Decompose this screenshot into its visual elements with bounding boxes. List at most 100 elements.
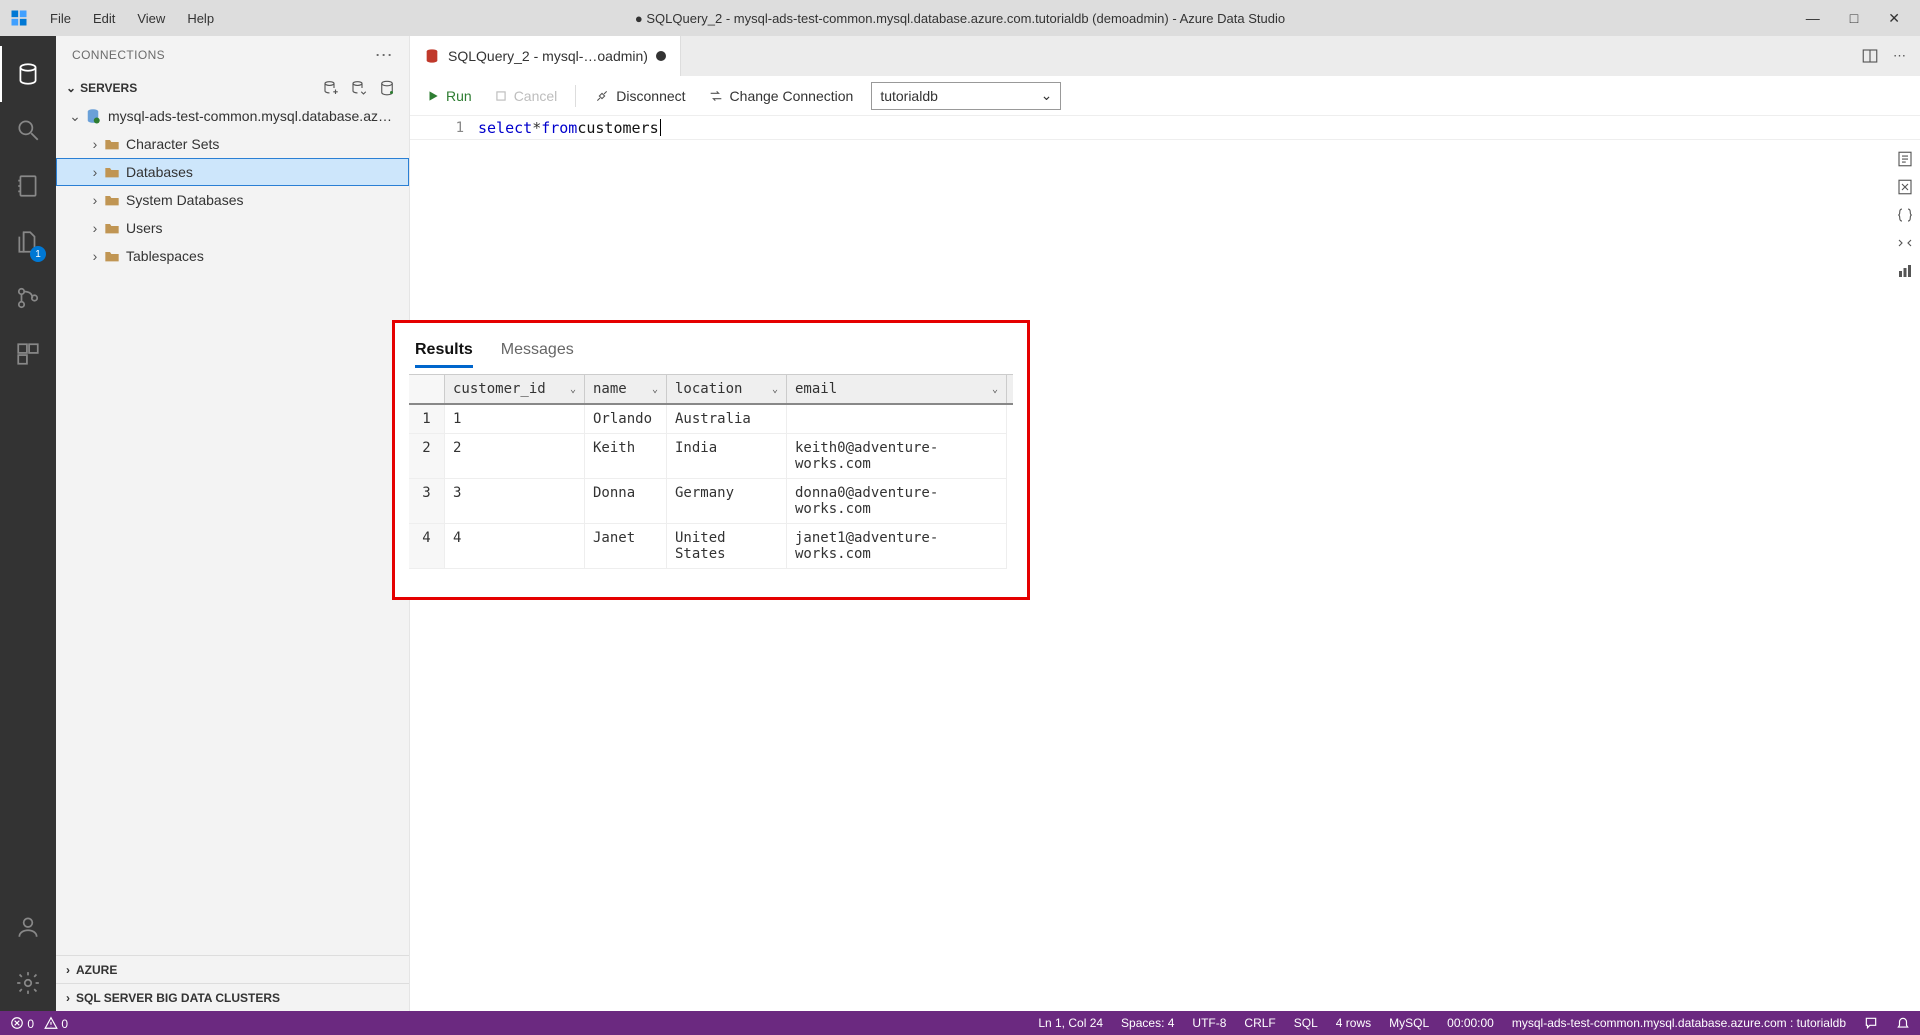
menu-view[interactable]: View xyxy=(127,7,175,30)
new-connection-icon[interactable] xyxy=(321,78,341,98)
notifications-icon[interactable] xyxy=(1896,1016,1910,1030)
change-connection-button[interactable]: Change Connection xyxy=(704,86,858,106)
export-json-icon[interactable] xyxy=(1896,206,1914,224)
sidebar-more-icon[interactable]: ⋯ xyxy=(375,45,393,66)
app-icon xyxy=(8,7,30,29)
activity-extensions[interactable] xyxy=(0,326,56,382)
cell: 3 xyxy=(445,479,585,524)
status-spaces[interactable]: Spaces: 4 xyxy=(1121,1016,1174,1030)
close-button[interactable]: ✕ xyxy=(1888,10,1900,27)
tree-node-system-databases[interactable]: › System Databases xyxy=(56,186,409,214)
col-location[interactable]: location⌄ xyxy=(667,375,787,403)
cell: keith0@adventure-works.com xyxy=(787,434,1007,479)
split-editor-icon[interactable] xyxy=(1861,47,1879,65)
chevron-right-icon: › xyxy=(66,991,70,1005)
keyword: from xyxy=(541,119,577,137)
col-email[interactable]: email⌄ xyxy=(787,375,1007,403)
text-cursor xyxy=(660,119,661,136)
row-number: 2 xyxy=(409,434,445,479)
col-name[interactable]: name⌄ xyxy=(585,375,667,403)
keyword: select xyxy=(478,119,532,137)
section-azure[interactable]: › AZURE xyxy=(56,955,409,983)
activity-explorer[interactable]: 1 xyxy=(0,214,56,270)
chart-icon[interactable] xyxy=(1896,262,1914,280)
export-xml-icon[interactable] xyxy=(1896,234,1914,252)
status-engine[interactable]: MySQL xyxy=(1389,1016,1429,1030)
tab-messages[interactable]: Messages xyxy=(501,341,574,368)
status-warnings[interactable]: 0 xyxy=(44,1016,68,1031)
run-button[interactable]: Run xyxy=(422,86,476,106)
minimize-button[interactable]: ― xyxy=(1806,10,1820,27)
tab-more-icon[interactable]: ⋯ xyxy=(1893,48,1906,64)
cancel-button[interactable]: Cancel xyxy=(490,86,562,106)
status-position[interactable]: Ln 1, Col 24 xyxy=(1038,1016,1103,1030)
servers-section[interactable]: ⌄ SERVERS xyxy=(66,81,137,95)
chevron-right-icon: › xyxy=(86,136,104,152)
activity-source-control[interactable] xyxy=(0,270,56,326)
status-time[interactable]: 00:00:00 xyxy=(1447,1016,1494,1030)
activity-settings[interactable] xyxy=(0,955,56,1011)
menu-file[interactable]: File xyxy=(40,7,81,30)
row-number: 4 xyxy=(409,524,445,569)
activity-search[interactable] xyxy=(0,102,56,158)
status-connection[interactable]: mysql-ads-test-common.mysql.database.azu… xyxy=(1512,1016,1846,1030)
tree-label: Character Sets xyxy=(126,136,219,152)
cell: India xyxy=(667,434,787,479)
chevron-down-icon: ⌄ xyxy=(1041,87,1053,104)
activity-connections[interactable] xyxy=(0,46,56,102)
status-eol[interactable]: CRLF xyxy=(1244,1016,1275,1030)
connection-label: mysql-ads-test-common.mysql.database.az… xyxy=(108,108,392,124)
tree-node-tablespaces[interactable]: › Tablespaces xyxy=(56,242,409,270)
menu-bar: File Edit View Help xyxy=(40,7,224,30)
maximize-button[interactable]: □ xyxy=(1850,10,1858,27)
query-toolbar: Run Cancel Disconnect Change Connection … xyxy=(410,76,1920,116)
section-bdc[interactable]: › SQL SERVER BIG DATA CLUSTERS xyxy=(56,983,409,1011)
chevron-down-icon: ⌄ xyxy=(570,384,576,395)
results-grid[interactable]: customer_id⌄ name⌄ location⌄ email⌄ 1 1 … xyxy=(409,374,1013,569)
cell: Janet xyxy=(585,524,667,569)
tab-sqlquery2[interactable]: SQLQuery_2 - mysql-…oadmin) xyxy=(410,36,681,76)
database-select-value: tutorialdb xyxy=(880,88,938,104)
chevron-down-icon: ⌄ xyxy=(992,384,998,395)
tree-label: System Databases xyxy=(126,192,244,208)
table-row[interactable]: 3 3 Donna Germany donna0@adventure-works… xyxy=(409,479,1013,524)
export-excel-icon[interactable] xyxy=(1896,178,1914,196)
menu-edit[interactable]: Edit xyxy=(83,7,125,30)
status-rows[interactable]: 4 rows xyxy=(1336,1016,1371,1030)
chevron-down-icon: ⌄ xyxy=(772,384,778,395)
tab-results[interactable]: Results xyxy=(415,341,473,368)
cell: donna0@adventure-works.com xyxy=(787,479,1007,524)
dirty-indicator-icon xyxy=(656,51,666,61)
cell: 4 xyxy=(445,524,585,569)
menu-help[interactable]: Help xyxy=(177,7,224,30)
new-group-icon[interactable] xyxy=(349,78,369,98)
mysql-server-icon xyxy=(84,107,102,125)
tree-node-character-sets[interactable]: › Character Sets xyxy=(56,130,409,158)
code-editor[interactable]: 1 select * from customers xyxy=(410,116,1920,140)
sidebar: CONNECTIONS ⋯ ⌄ SERVERS ⌄ mysql-ads-test… xyxy=(56,36,410,1011)
tree-node-databases[interactable]: › Databases xyxy=(56,158,409,186)
status-language[interactable]: SQL xyxy=(1294,1016,1318,1030)
feedback-icon[interactable] xyxy=(1864,1016,1878,1030)
line-number: 1 xyxy=(410,120,478,136)
status-errors[interactable]: 0 xyxy=(10,1016,34,1031)
chevron-down-icon: ⌄ xyxy=(652,384,658,395)
tree-connection[interactable]: ⌄ mysql-ads-test-common.mysql.database.a… xyxy=(56,102,409,130)
cell: Keith xyxy=(585,434,667,479)
col-customer-id[interactable]: customer_id⌄ xyxy=(445,375,585,403)
tree-node-users[interactable]: › Users xyxy=(56,214,409,242)
table-row[interactable]: 4 4 Janet United States janet1@adventure… xyxy=(409,524,1013,569)
table-row[interactable]: 1 1 Orlando Australia xyxy=(409,405,1013,434)
status-encoding[interactable]: UTF-8 xyxy=(1192,1016,1226,1030)
disconnect-button[interactable]: Disconnect xyxy=(590,86,689,106)
server-action-icon[interactable] xyxy=(377,78,397,98)
activity-account[interactable] xyxy=(0,899,56,955)
table-row[interactable]: 2 2 Keith India keith0@adventure-works.c… xyxy=(409,434,1013,479)
activity-notebooks[interactable] xyxy=(0,158,56,214)
cell: Australia xyxy=(667,405,787,434)
sidebar-title: CONNECTIONS xyxy=(72,48,165,62)
database-select[interactable]: tutorialdb ⌄ xyxy=(871,82,1061,110)
status-bar: 0 0 Ln 1, Col 24 Spaces: 4 UTF-8 CRLF SQ… xyxy=(0,1011,1920,1035)
tab-label: SQLQuery_2 - mysql-…oadmin) xyxy=(448,48,648,64)
export-csv-icon[interactable] xyxy=(1896,150,1914,168)
